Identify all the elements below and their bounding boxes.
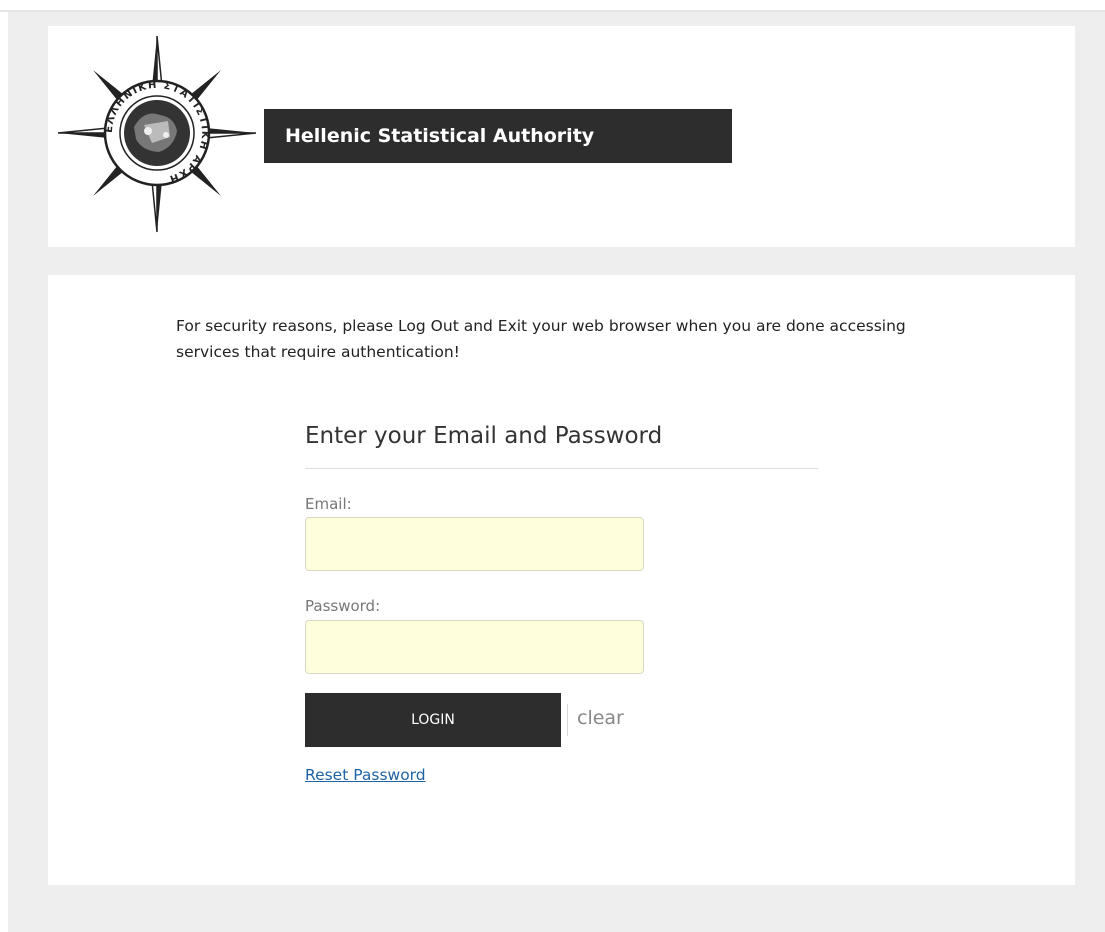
email-field[interactable] bbox=[305, 517, 644, 571]
reset-password-link[interactable]: Reset Password bbox=[305, 766, 426, 784]
password-field[interactable] bbox=[305, 620, 644, 674]
browser-viewport: ΕΛΛΗΝΙΚΗ ΣΤΑΤΙΣΤΙΚΗ ΑΡΧΗ Hellenic Statis… bbox=[0, 0, 1105, 932]
login-button[interactable]: LOGIN bbox=[305, 693, 561, 747]
clear-link[interactable]: clear bbox=[577, 707, 624, 729]
clear-separator bbox=[567, 704, 568, 736]
email-label: Email: bbox=[305, 495, 352, 513]
heading-divider bbox=[305, 468, 818, 469]
compass-rose-emblem-icon: ΕΛΛΗΝΙΚΗ ΣΤΑΤΙΣΤΙΚΗ ΑΡΧΗ bbox=[57, 35, 257, 233]
security-notice: For security reasons, please Log Out and… bbox=[176, 317, 906, 361]
login-panel bbox=[48, 275, 1075, 885]
password-label: Password: bbox=[305, 597, 381, 615]
login-heading: Enter your Email and Password bbox=[305, 423, 663, 449]
page-title: Hellenic Statistical Authority bbox=[264, 109, 732, 163]
